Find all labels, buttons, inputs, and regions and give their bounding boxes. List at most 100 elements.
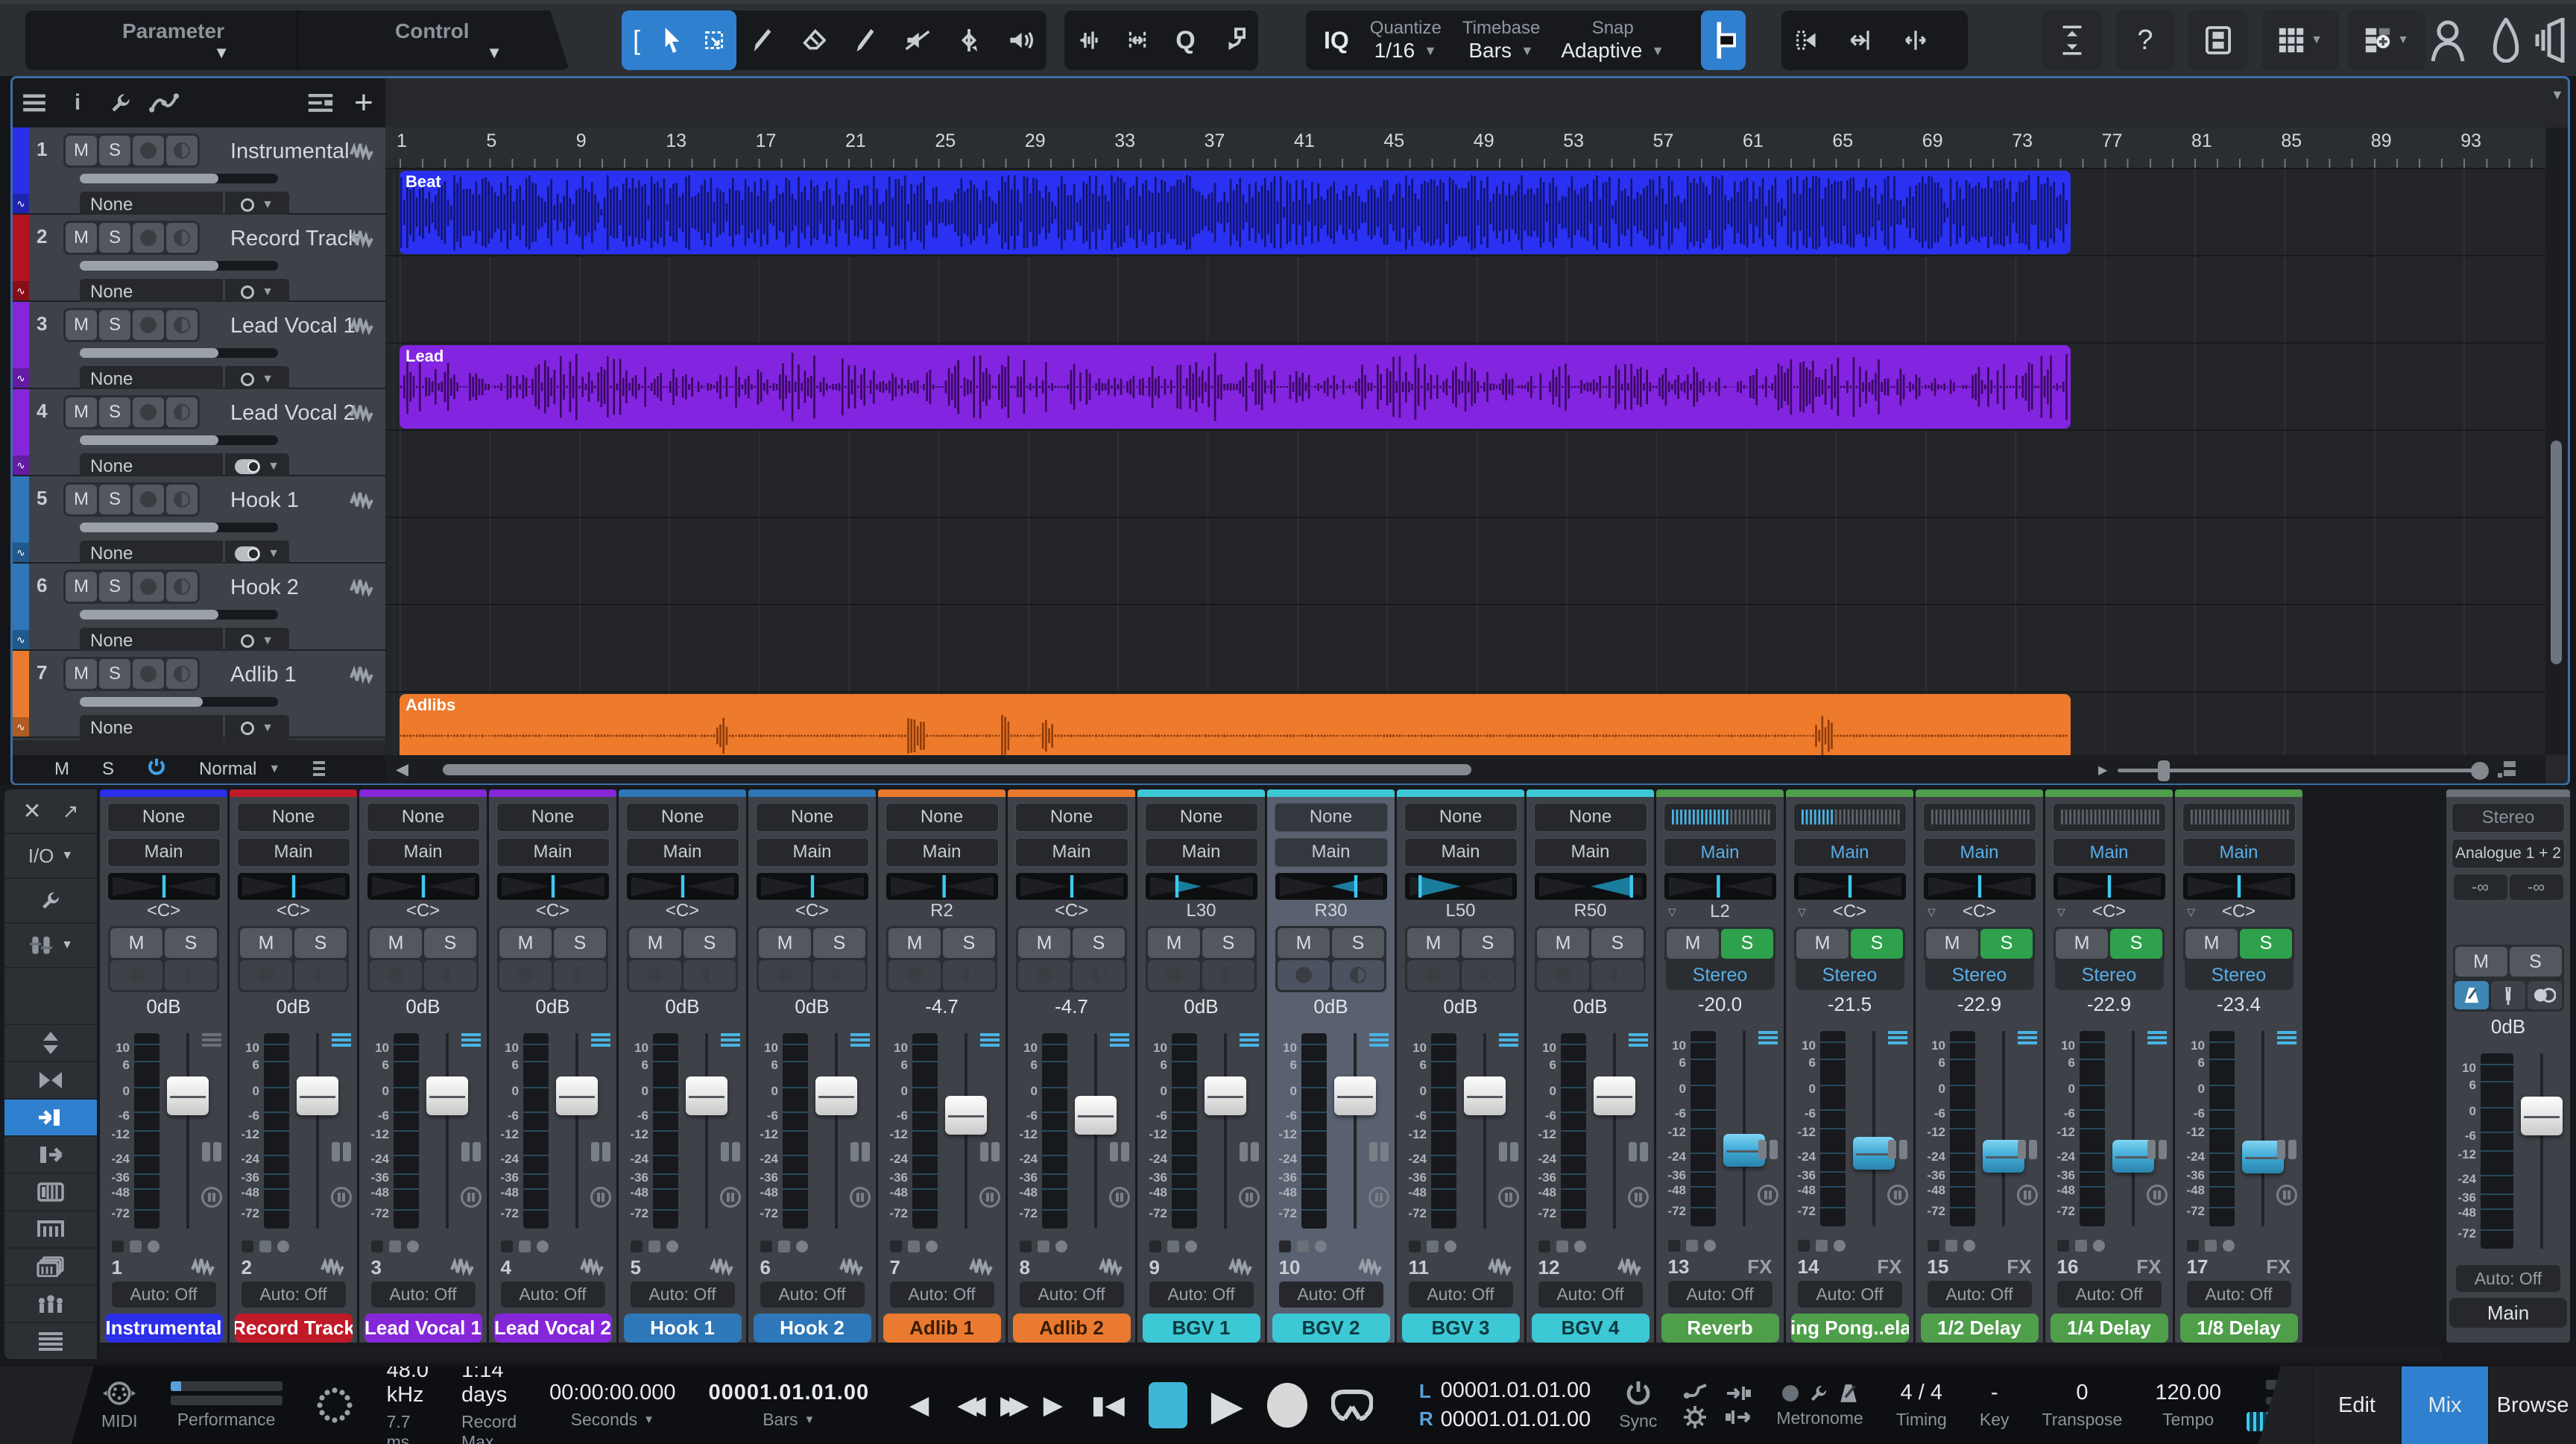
automation-button[interactable]: Auto: Off <box>2187 1281 2291 1307</box>
gain-value[interactable]: 0dB <box>230 992 357 1021</box>
monitor-button[interactable] <box>1462 960 1514 990</box>
range-tool-icon[interactable] <box>693 13 735 67</box>
monitor-button[interactable] <box>943 960 995 990</box>
link-icon[interactable] <box>721 1033 740 1047</box>
automation-toggle-icon[interactable]: ∿ <box>13 630 29 649</box>
channel-name-label[interactable]: Hook 1 <box>624 1314 742 1343</box>
bend-tool-icon[interactable] <box>943 13 994 67</box>
gain-value[interactable]: -20.0 <box>1656 990 1784 1019</box>
monitor-button[interactable] <box>166 397 198 427</box>
track-name[interactable]: Adlib 1 <box>230 663 297 687</box>
rewind-button[interactable]: ◀◀ <box>953 1390 976 1421</box>
track-row[interactable]: ∿ 6 M S Hook 2 None ▼ <box>13 564 385 651</box>
expand-horizontal-icon[interactable] <box>1889 13 1942 67</box>
bars-display[interactable]: 00001.01.01.00 Bars▼ <box>709 1381 870 1430</box>
metronome-cell[interactable]: Metronome <box>1776 1383 1863 1428</box>
mute-button[interactable]: M <box>1537 928 1589 958</box>
cue-mix-icon[interactable] <box>1628 1187 1649 1208</box>
gain-value[interactable]: -21.5 <box>1786 990 1913 1019</box>
gain-value[interactable]: 0dB <box>1397 992 1524 1021</box>
monitor-icon[interactable] <box>2534 10 2572 70</box>
track-row[interactable]: ∿ 7 M S Adlib 1 None ▼ <box>13 651 385 738</box>
pan-control[interactable] <box>367 873 479 900</box>
automation-button[interactable]: Auto: Off <box>1020 1281 1124 1308</box>
channel-strip[interactable]: None Main <C> M S 0dB 1060-6-12-24-36-48… <box>489 789 616 1343</box>
automation-button[interactable]: Auto: Off <box>501 1281 605 1308</box>
arrow-tool-icon[interactable] <box>651 13 693 67</box>
solo-button[interactable]: S <box>99 659 130 689</box>
monitor-button[interactable] <box>813 960 865 990</box>
timestretch-icon[interactable] <box>1113 13 1161 67</box>
solo-button[interactable]: S <box>554 928 606 958</box>
snap-toggle-button[interactable] <box>1701 10 1746 70</box>
timing-display[interactable]: 4 / 4 Timing <box>1896 1381 1947 1430</box>
output-slot[interactable]: Main <box>626 838 739 867</box>
track-row[interactable]: ∿ 5 M S Hook 1 None ▼ <box>13 476 385 564</box>
monitor-button[interactable] <box>424 960 476 990</box>
link-icon[interactable] <box>850 1033 870 1047</box>
cue-mix-icon[interactable] <box>331 1187 352 1208</box>
track-volume-slider[interactable] <box>80 174 278 183</box>
metronome-icon[interactable] <box>1839 1383 1858 1404</box>
solo-button[interactable]: S <box>99 136 130 165</box>
automation-button[interactable]: Auto: Off <box>1149 1281 1254 1308</box>
mute-button[interactable]: M <box>66 397 97 427</box>
mute-button[interactable]: M <box>1926 929 1978 959</box>
monitor-button[interactable] <box>684 960 736 990</box>
track-lanes[interactable]: Beat Lead Adlibs <box>385 169 2545 755</box>
insert-slot[interactable]: None <box>367 803 480 832</box>
pan-control[interactable] <box>1535 873 1647 900</box>
user-profile-icon[interactable] <box>2428 10 2467 70</box>
track-color-strip[interactable]: ∿ <box>13 127 29 213</box>
monitor-button[interactable] <box>166 659 198 689</box>
key-display[interactable]: - Key <box>1980 1381 2010 1430</box>
vertical-scrollbar[interactable]: ▼ <box>2545 127 2568 755</box>
solo-button[interactable]: S <box>2240 929 2292 959</box>
monitor-button[interactable] <box>166 572 198 602</box>
record-arm-button[interactable] <box>133 136 164 165</box>
track-input-select[interactable]: None ▼ <box>80 715 289 742</box>
pan-value[interactable]: <C> <box>1008 900 1135 923</box>
monitor-button[interactable] <box>1073 960 1125 990</box>
audio-input-icon[interactable] <box>1064 13 1113 67</box>
toggle-b[interactable] <box>259 1240 271 1252</box>
automation-toggle-icon[interactable]: ∿ <box>13 281 29 300</box>
arrow-to-cursor-icon[interactable] <box>1835 13 1889 67</box>
record-arm-button[interactable] <box>888 960 941 990</box>
track-tools-icon[interactable] <box>99 81 142 124</box>
output-slot[interactable]: Main <box>1534 838 1647 867</box>
pan-control[interactable] <box>108 873 220 900</box>
cue-mix-icon[interactable] <box>461 1187 482 1208</box>
toggle-a[interactable] <box>1409 1240 1421 1252</box>
output-slot[interactable]: Main <box>2182 838 2296 867</box>
solo-button[interactable]: S <box>2110 929 2162 959</box>
mute-tool-icon[interactable] <box>891 13 943 67</box>
sends-expand-icon[interactable]: ▽ <box>1928 906 1936 918</box>
monitor-button[interactable] <box>165 960 217 990</box>
track-volume-slider[interactable] <box>80 261 278 271</box>
toggle-c[interactable] <box>277 1240 289 1252</box>
pan-control[interactable] <box>1275 873 1387 900</box>
toggle-b[interactable] <box>1427 1240 1439 1252</box>
punch-out-icon[interactable] <box>1726 1409 1751 1425</box>
track-name[interactable]: Record Track <box>230 227 359 251</box>
transpose-display[interactable]: 0 Transpose <box>2042 1381 2123 1430</box>
step-forward-button[interactable]: ▶ <box>1039 1390 1067 1421</box>
solo-button[interactable]: S <box>1073 928 1125 958</box>
monitor-button[interactable] <box>1591 960 1644 990</box>
insert-meter[interactable] <box>2182 803 2296 832</box>
dual-pan-icon[interactable] <box>2147 1140 2167 1159</box>
track-name[interactable]: Hook 1 <box>230 488 299 513</box>
track-row[interactable]: ∿ 4 M S Lead Vocal 2 None ▼ <box>13 389 385 476</box>
link-icon[interactable] <box>1629 1033 1648 1047</box>
dual-pan-icon[interactable] <box>591 1142 610 1161</box>
gain-value[interactable]: 0dB <box>1527 992 1654 1021</box>
master-gain-value[interactable]: 0dB <box>2446 1012 2570 1041</box>
loop-button[interactable] <box>1327 1387 1377 1424</box>
mute-button[interactable]: M <box>66 572 97 602</box>
channel-strip[interactable]: None Main <C> M S 0dB 1060-6-12-24-36-48… <box>100 789 227 1343</box>
channel-strip[interactable]: None Main L50 M S 0dB 1060-6-12-24-36-48… <box>1397 789 1524 1343</box>
macro-icon[interactable] <box>1210 13 1258 67</box>
mixer-scrollbar[interactable] <box>100 1346 2442 1361</box>
pan-value[interactable]: R50 <box>1527 900 1654 923</box>
